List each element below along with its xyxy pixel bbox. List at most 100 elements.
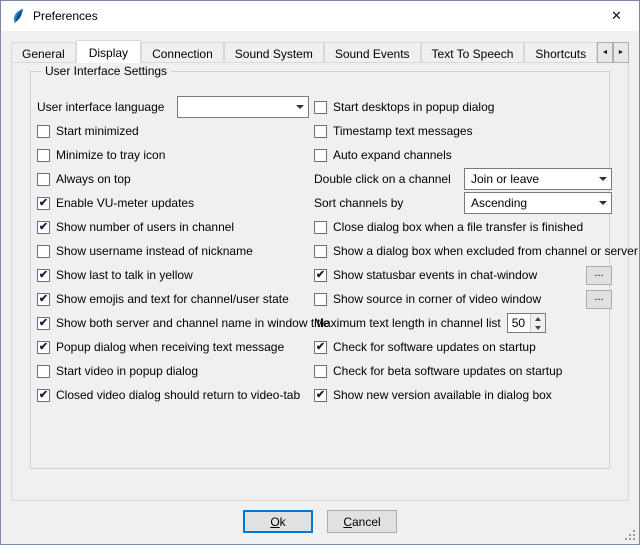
checkbox-show-username[interactable]: Show username instead of nickname (37, 239, 309, 263)
tab-shortcuts[interactable]: Shortcuts (524, 42, 597, 63)
checkbox-new-version-dialog[interactable]: ✔ Show new version available in dialog b… (314, 383, 612, 407)
checkbox-timestamp-messages[interactable]: Timestamp text messages (314, 119, 612, 143)
max-text-length-spinner[interactable]: 50 (507, 313, 546, 333)
checkbox-label: Closed video dialog should return to vid… (56, 388, 300, 402)
checkbox-box: ✔ (37, 317, 50, 330)
checkbox-start-minimized[interactable]: Start minimized (37, 119, 309, 143)
checkbox-minimize-to-tray[interactable]: Minimize to tray icon (37, 143, 309, 167)
tab-display[interactable]: Display (76, 40, 141, 63)
spin-up-icon[interactable] (531, 314, 545, 323)
sort-channels-row: Sort channels by Ascending (314, 191, 612, 215)
checkbox-label: Timestamp text messages (333, 124, 473, 138)
tab-text-to-speech[interactable]: Text To Speech (421, 42, 525, 63)
checkbox-box (314, 365, 327, 378)
checkbox-box: ✔ (37, 221, 50, 234)
checkbox-auto-expand-channels[interactable]: Auto expand channels (314, 143, 612, 167)
checkbox-label: Close dialog box when a file transfer is… (333, 220, 583, 234)
chevron-down-icon (291, 105, 308, 109)
checkbox-box: ✔ (37, 341, 50, 354)
checkbox-box (314, 101, 327, 114)
checkbox-label: Show statusbar events in chat-window (333, 268, 537, 282)
checkbox-video-popup[interactable]: Start video in popup dialog (37, 359, 309, 383)
max-text-length-row: Maximum text length in channel list 50 (314, 311, 612, 335)
checkbox-box: ✔ (314, 389, 327, 402)
ok-button[interactable]: Ok (243, 510, 313, 533)
checkbox-box (37, 149, 50, 162)
checkbox-box (37, 365, 50, 378)
checkbox-show-user-count[interactable]: ✔ Show number of users in channel (37, 215, 309, 239)
language-select[interactable] (177, 96, 309, 118)
checkbox-last-talk-yellow[interactable]: ✔ Show last to talk in yellow (37, 263, 309, 287)
checkbox-check-beta-updates[interactable]: Check for beta software updates on start… (314, 359, 612, 383)
tab-scroll-left-icon[interactable]: ◄ (597, 42, 613, 63)
checkbox-box: ✔ (37, 197, 50, 210)
checkbox-label: Start video in popup dialog (56, 364, 198, 378)
video-source-more-button[interactable]: ... (586, 290, 612, 309)
checkbox-label: Show a dialog box when excluded from cha… (333, 244, 638, 258)
checkbox-label: Check for software updates on startup (333, 340, 536, 354)
checkbox-label: Show source in corner of video window (333, 292, 541, 306)
display-tab-panel: User Interface Settings User interface l… (11, 62, 629, 501)
checkbox-label: Show number of users in channel (56, 220, 234, 234)
checkbox-box (314, 149, 327, 162)
close-icon[interactable]: ✕ (594, 1, 639, 30)
tab-bar: General Display Connection Sound System … (11, 40, 599, 63)
checkbox-statusbar-events[interactable]: ✔ Show statusbar events in chat-window .… (314, 263, 612, 287)
checkbox-box: ✔ (37, 269, 50, 282)
checkbox-box: ✔ (37, 389, 50, 402)
checkbox-label: Always on top (56, 172, 131, 186)
checkbox-label: Start minimized (56, 124, 139, 138)
checkbox-box (314, 125, 327, 138)
checkbox-label: Show both server and channel name in win… (56, 316, 330, 330)
double-click-row: Double click on a channel Join or leave (314, 167, 612, 191)
titlebar[interactable]: Preferences ✕ (1, 1, 639, 31)
tab-connection[interactable]: Connection (141, 42, 224, 63)
tab-scrollers: ◄ ► (597, 42, 629, 63)
checkbox-box: ✔ (314, 269, 327, 282)
checkbox-closed-video-return[interactable]: ✔ Closed video dialog should return to v… (37, 383, 309, 407)
checkbox-label: Show emojis and text for channel/user st… (56, 292, 289, 306)
chevron-down-icon (594, 177, 611, 181)
window-title: Preferences (33, 1, 98, 31)
checkbox-show-emojis[interactable]: ✔ Show emojis and text for channel/user … (37, 287, 309, 311)
checkbox-popup-text-message[interactable]: ✔ Popup dialog when receiving text messa… (37, 335, 309, 359)
checkbox-close-on-transfer[interactable]: Close dialog box when a file transfer is… (314, 215, 612, 239)
checkbox-always-on-top[interactable]: Always on top (37, 167, 309, 191)
checkbox-vu-meter-updates[interactable]: ✔ Enable VU-meter updates (37, 191, 309, 215)
statusbar-events-more-button[interactable]: ... (586, 266, 612, 285)
checkbox-label: Show new version available in dialog box (333, 388, 552, 402)
checkbox-label: Popup dialog when receiving text message (56, 340, 284, 354)
checkbox-excluded-dialog[interactable]: Show a dialog box when excluded from cha… (314, 239, 612, 263)
chevron-down-icon (594, 201, 611, 205)
checkbox-box (314, 221, 327, 234)
spin-down-icon[interactable] (531, 323, 545, 332)
tab-general[interactable]: General (11, 42, 76, 63)
resize-grip-icon[interactable] (623, 528, 636, 541)
checkbox-check-updates[interactable]: ✔ Check for software updates on startup (314, 335, 612, 359)
tab-sound-system[interactable]: Sound System (224, 42, 324, 63)
sort-channels-label: Sort channels by (314, 196, 403, 210)
checkbox-box: ✔ (314, 341, 327, 354)
double-click-select[interactable]: Join or leave (464, 168, 612, 190)
cancel-button-label: Cancel (343, 515, 380, 529)
tab-sound-events[interactable]: Sound Events (324, 42, 421, 63)
checkbox-video-source-corner[interactable]: Show source in corner of video window ..… (314, 287, 612, 311)
checkbox-box (37, 245, 50, 258)
ok-button-label: Ok (270, 515, 285, 529)
checkbox-label: Enable VU-meter updates (56, 196, 194, 210)
checkbox-box (37, 173, 50, 186)
checkbox-box: ✔ (37, 293, 50, 306)
checkbox-box (314, 245, 327, 258)
sort-channels-select[interactable]: Ascending (464, 192, 612, 214)
language-row: User interface language (37, 95, 309, 119)
right-column: Start desktops in popup dialog Timestamp… (314, 95, 612, 407)
preferences-window: Preferences ✕ General Display Connection… (0, 0, 640, 545)
double-click-label: Double click on a channel (314, 172, 451, 186)
checkbox-label: Show username instead of nickname (56, 244, 253, 258)
checkbox-label: Auto expand channels (333, 148, 452, 162)
checkbox-box (37, 125, 50, 138)
checkbox-server-channel-title[interactable]: ✔ Show both server and channel name in w… (37, 311, 309, 335)
tab-scroll-right-icon[interactable]: ► (613, 42, 629, 63)
checkbox-desktops-popup[interactable]: Start desktops in popup dialog (314, 95, 612, 119)
cancel-button[interactable]: Cancel (327, 510, 397, 533)
